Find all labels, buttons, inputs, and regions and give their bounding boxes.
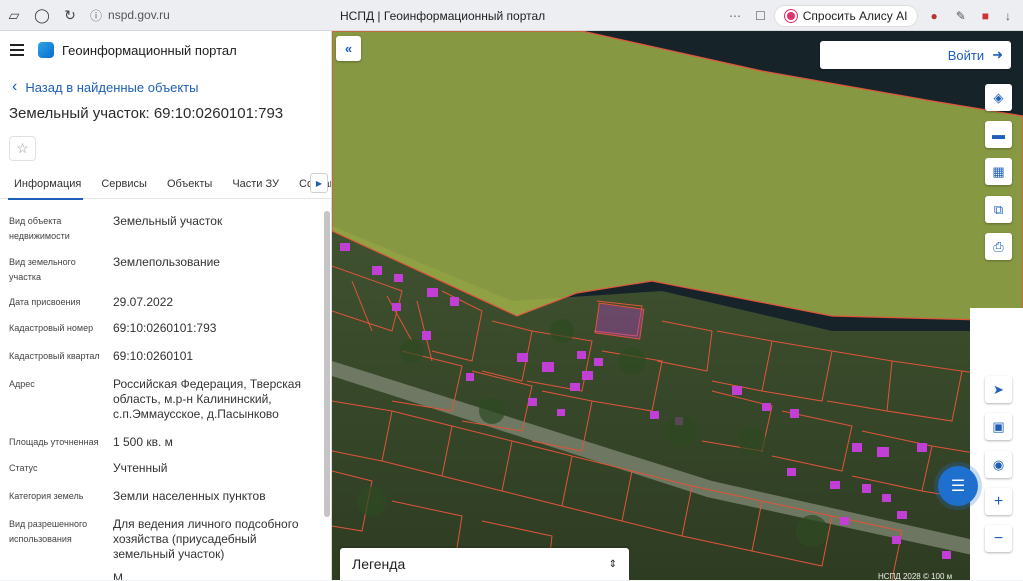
extension-icon[interactable]: ●	[922, 9, 945, 23]
property-value: Российская Федерация, Тверская область, …	[113, 377, 301, 421]
tab-parts[interactable]: Части ЗУ	[222, 169, 289, 199]
legend-label: Легенда	[352, 556, 406, 572]
back-to-results-link[interactable]: ‹ Назад в найденные объекты	[12, 79, 198, 95]
chevron-left-icon: ‹	[12, 78, 18, 95]
basemap-icon: ▣	[992, 418, 1005, 434]
app-title: Геоинформационный портал	[62, 42, 237, 58]
tab-bar: Информация Сервисы Объекты Части ЗУ Сост…	[0, 169, 331, 200]
map-canvas[interactable]	[332, 31, 1023, 580]
double-chevron-left-icon: «	[344, 41, 353, 56]
ruler-icon: ▬	[992, 127, 1005, 142]
layers-button[interactable]: ◈	[985, 84, 1012, 111]
select-area-button[interactable]: ▦	[985, 158, 1012, 185]
chevron-updown-icon: ⇕	[608, 558, 617, 570]
geolocation-button[interactable]: ◉	[985, 451, 1012, 478]
share-icon: ⧉	[993, 201, 1004, 217]
property-value: Учтенный	[113, 461, 168, 475]
share-button[interactable]: ⧉	[985, 196, 1012, 223]
alice-label: Спросить Алису AI	[802, 8, 908, 23]
selected-parcel[interactable]	[594, 302, 645, 340]
printer-icon: ⎙	[993, 238, 1004, 254]
property-value: М	[113, 571, 123, 580]
translate-icon[interactable]: ✎	[950, 9, 972, 23]
collapse-sidebar-button[interactable]: «	[336, 36, 361, 61]
property-label: Вид земельного участка	[9, 257, 76, 282]
back-label: Назад в найденные объекты	[25, 79, 199, 95]
property-label: Вид объекта недвижимости	[9, 216, 70, 241]
reload-icon[interactable]: ↻	[56, 0, 84, 31]
select-area-icon: ▦	[992, 163, 1005, 179]
tab-info[interactable]: Информация	[0, 169, 91, 200]
login-button[interactable]: Войти ➜	[820, 41, 1011, 69]
measure-button[interactable]: ▬	[985, 121, 1012, 148]
download-icon[interactable]: ↓	[999, 9, 1017, 23]
property-label: Кадастровый номер	[9, 323, 94, 333]
tab-title: НСПД | Геоинформационный портал	[340, 9, 546, 23]
menu-icon[interactable]	[10, 44, 24, 56]
page-title: Земельный участок: 69:10:0260101:793	[9, 105, 284, 122]
print-button[interactable]: ⎙	[985, 233, 1012, 260]
browser-toolbar: ▱ ◯ ↻ ⓘ nspd.gov.ru НСПД | Геоинформацио…	[0, 0, 1023, 31]
property-value: 69:10:0260101:793	[113, 321, 217, 335]
login-icon: ➜	[992, 47, 1003, 62]
property-label: Вид разрешенного использования	[9, 519, 88, 544]
basemap-button[interactable]: ▣	[985, 413, 1012, 440]
alice-button[interactable]: Спросить Алису AI	[773, 4, 919, 27]
zoom-out-button[interactable]: −	[985, 525, 1012, 552]
browser-menu-icon[interactable]: ▱	[0, 0, 28, 31]
property-label: Категория земель	[9, 491, 84, 501]
locate-button[interactable]: ➤	[985, 376, 1012, 403]
portal-logo	[38, 42, 54, 58]
notifications-icon[interactable]: ■	[976, 9, 995, 23]
site-info-icon[interactable]: ⓘ	[90, 7, 102, 24]
yandex-icon[interactable]: ◯	[28, 0, 56, 31]
legend-dropdown[interactable]: Легенда ⇕	[340, 548, 629, 580]
property-value: Земельный участок	[113, 214, 223, 228]
layers-icon: ◈	[993, 89, 1004, 105]
tab-services[interactable]: Сервисы	[91, 169, 157, 199]
favorite-button[interactable]: ☆	[9, 136, 36, 161]
address-bar[interactable]: ⓘ nspd.gov.ru	[90, 7, 340, 24]
sidebar-header: Геоинформационный портал	[0, 31, 331, 69]
tabs-scroll-right-button[interactable]: ▶	[310, 173, 328, 193]
map-view[interactable]	[332, 31, 1023, 580]
property-value: 29.07.2022	[113, 295, 174, 309]
url-text: nspd.gov.ru	[108, 8, 170, 22]
plus-icon: +	[993, 492, 1004, 510]
property-value: 69:10:0260101	[113, 349, 194, 363]
chat-icon: ☰	[950, 478, 966, 495]
property-label: Кадастровый квартал	[9, 351, 100, 361]
object-sidebar: Геоинформационный портал ‹ Назад в найде…	[0, 31, 332, 580]
alice-icon	[784, 9, 797, 22]
tab-objects[interactable]: Объекты	[157, 169, 222, 199]
property-label: Дата присвоения	[9, 297, 81, 307]
minus-icon: −	[993, 529, 1004, 547]
sidebar-scrollbar-thumb[interactable]	[324, 211, 330, 517]
chat-button[interactable]: ☰	[938, 466, 978, 506]
bookmark-icon[interactable]: ☐	[751, 9, 770, 23]
property-label: Адрес	[9, 379, 35, 389]
login-label: Войти	[947, 47, 985, 63]
more-icon[interactable]: ⋯	[723, 9, 747, 23]
chevron-right-icon: ▶	[315, 178, 323, 188]
property-value: 1 500 кв. м	[113, 435, 173, 449]
property-value: Для ведения личного подсобного хозяйства…	[113, 517, 299, 561]
property-value: Землепользование	[113, 255, 220, 269]
geolocation-icon: ◉	[992, 456, 1005, 472]
star-icon: ☆	[16, 140, 29, 156]
property-label: Статус	[9, 463, 38, 473]
property-value: Земли населенных пунктов	[113, 489, 266, 503]
navigation-arrow-icon: ➤	[993, 381, 1004, 397]
property-label: Площадь уточненная	[9, 437, 99, 447]
zoom-in-button[interactable]: +	[985, 488, 1012, 515]
